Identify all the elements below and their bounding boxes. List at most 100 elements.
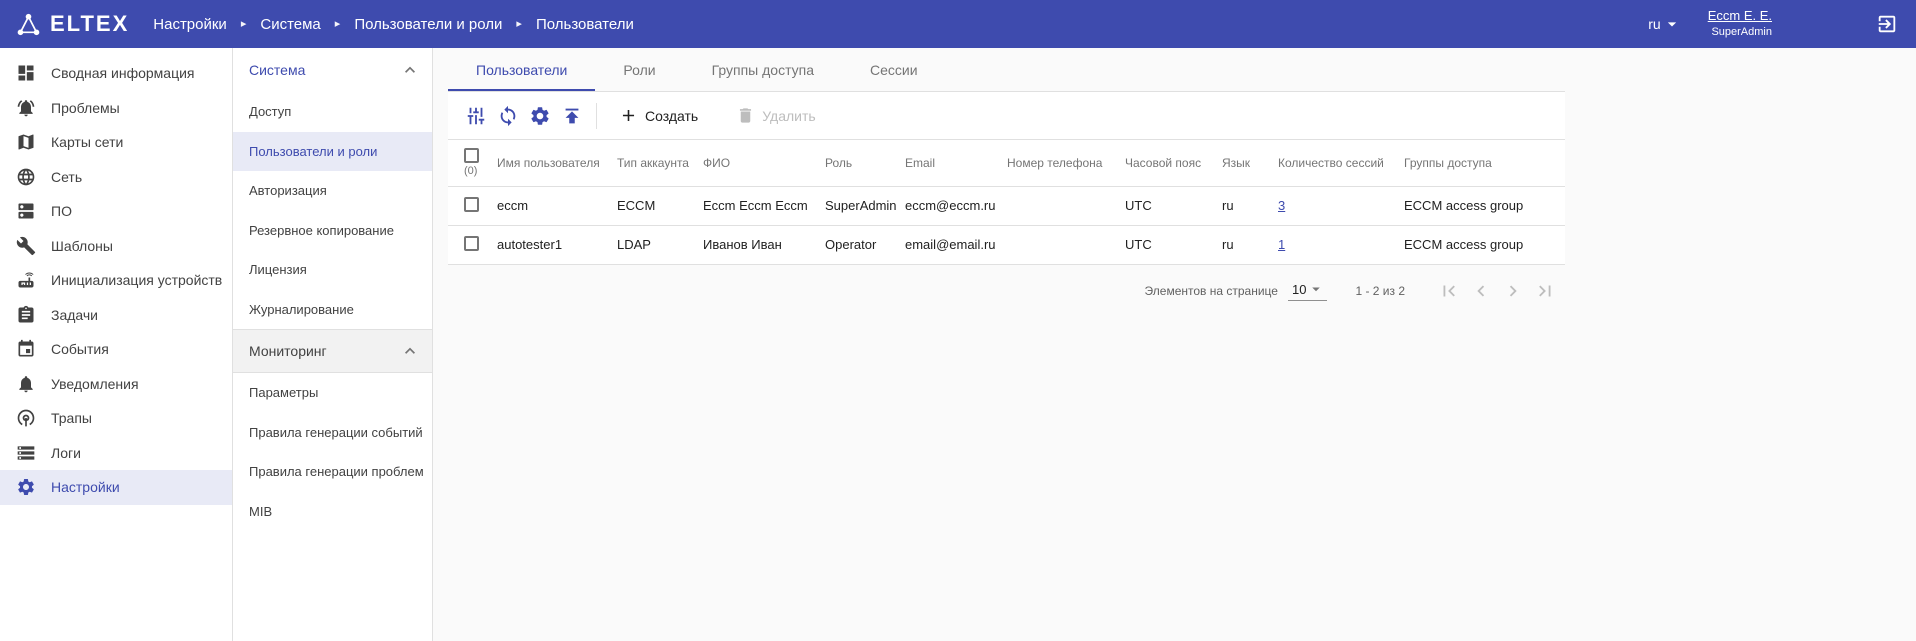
subnav-item-event-rules[interactable]: Правила генерации событий (233, 413, 432, 453)
tab-roles[interactable]: Роли (595, 48, 683, 91)
map-icon (16, 132, 36, 152)
subnav-section-monitoring[interactable]: Мониторинг (233, 329, 432, 373)
sidebar-item-notifications[interactable]: Уведомления (0, 367, 232, 402)
subnav-item-users-roles[interactable]: Пользователи и роли (233, 132, 432, 172)
subnav-item-logging[interactable]: Журналирование (233, 290, 432, 330)
table-settings-button[interactable] (524, 100, 556, 132)
sidebar-item-tasks[interactable]: Задачи (0, 298, 232, 333)
breadcrumb: Настройки ▸ Система ▸ Пользователи и рол… (153, 16, 634, 33)
sidebar-item-traps[interactable]: Трапы (0, 401, 232, 436)
router-icon (16, 270, 36, 290)
gear-icon (16, 477, 36, 497)
tab-users[interactable]: Пользователи (448, 48, 595, 91)
logout-button[interactable] (1876, 13, 1898, 35)
breadcrumb-separator-icon: ▸ (516, 19, 522, 30)
breadcrumb-separator-icon: ▸ (241, 19, 247, 30)
upload-button[interactable] (556, 100, 588, 132)
trash-icon (736, 106, 755, 125)
delete-button[interactable]: Удалить (724, 98, 827, 134)
column-header-access-groups[interactable]: Группы доступа (1404, 140, 1565, 186)
subnav-item-label: Лицензия (249, 262, 307, 277)
sidebar-item-summary[interactable]: Сводная информация (0, 56, 232, 91)
refresh-button[interactable] (492, 100, 524, 132)
subnav-item-authorization[interactable]: Авторизация (233, 171, 432, 211)
sidebar-item-label: Трапы (51, 410, 92, 426)
subnav-section-label: Мониторинг (249, 343, 327, 359)
row-checkbox[interactable] (464, 236, 479, 251)
column-header-language[interactable]: Язык (1222, 140, 1278, 186)
eltex-logo[interactable]: ELTEX (0, 11, 135, 37)
sidebar-item-network-maps[interactable]: Карты сети (0, 125, 232, 160)
sidebar-item-problems[interactable]: Проблемы (0, 91, 232, 126)
items-per-page-select[interactable]: 10 (1288, 280, 1327, 301)
dashboard-icon (16, 63, 36, 83)
cell-access-groups: ECCM access group (1404, 225, 1565, 264)
sidebar-item-device-init[interactable]: Инициализация устройств (0, 263, 232, 298)
sidebar-item-network[interactable]: Сеть (0, 160, 232, 195)
row-checkbox[interactable] (464, 197, 479, 212)
sidebar-item-label: Шаблоны (51, 238, 113, 254)
users-panel: Создать Удалить (448, 92, 1565, 265)
subnav-item-mib[interactable]: MIB (233, 492, 432, 532)
table-row[interactable]: autotester1 LDAP Иванов Иван Operator em… (448, 225, 1565, 264)
podcasts-icon (16, 408, 36, 428)
sidebar-item-logs[interactable]: Логи (0, 436, 232, 471)
sidebar-item-label: Уведомления (51, 376, 139, 392)
subnav-item-access[interactable]: Доступ (233, 92, 432, 132)
column-header-full-name[interactable]: ФИО (703, 140, 825, 186)
subnav-section-system[interactable]: Система (233, 48, 432, 92)
subnav-item-label: Авторизация (249, 183, 327, 198)
breadcrumb-item-settings[interactable]: Настройки (153, 16, 227, 33)
tab-access-groups[interactable]: Группы доступа (684, 48, 842, 91)
user-role: SuperAdmin (1708, 25, 1772, 39)
user-menu[interactable]: Eccm E. E. SuperAdmin (1708, 8, 1772, 39)
table-toolbar: Создать Удалить (448, 92, 1565, 140)
sidebar-item-software[interactable]: ПО (0, 194, 232, 229)
create-button[interactable]: Создать (607, 98, 710, 134)
language-selector[interactable]: ru (1648, 14, 1681, 34)
sidebar-item-events[interactable]: События (0, 332, 232, 367)
subnav-item-problem-rules[interactable]: Правила генерации проблем (233, 452, 432, 492)
paginator: Элементов на странице 10 1 - 2 из 2 (448, 265, 1565, 317)
subnav-item-label: Резервное копирование (249, 223, 394, 238)
cell-timezone: UTC (1125, 186, 1222, 225)
column-header-timezone[interactable]: Часовой пояс (1125, 140, 1222, 186)
select-all-checkbox[interactable] (464, 148, 479, 163)
sidebar-item-settings[interactable]: Настройки (0, 470, 232, 505)
prev-page-button[interactable] (1465, 275, 1497, 307)
breadcrumb-item-users-roles[interactable]: Пользователи и роли (354, 16, 502, 33)
chevron-right-icon (1502, 280, 1524, 302)
cell-full-name: Иванов Иван (703, 225, 825, 264)
subnav-item-parameters[interactable]: Параметры (233, 373, 432, 413)
next-page-button[interactable] (1497, 275, 1529, 307)
breadcrumb-item-system[interactable]: Система (260, 16, 320, 33)
subnav-item-license[interactable]: Лицензия (233, 250, 432, 290)
column-header-role[interactable]: Роль (825, 140, 905, 186)
cell-language: ru (1222, 225, 1278, 264)
filter-button[interactable] (460, 100, 492, 132)
dns-icon (16, 201, 36, 221)
column-header-account-type[interactable]: Тип аккаунта (617, 140, 703, 186)
logo-text: ELTEX (50, 11, 129, 37)
subnav-item-backup[interactable]: Резервное копирование (233, 211, 432, 251)
column-header-name[interactable]: Имя пользователя (497, 140, 617, 186)
tab-sessions[interactable]: Сессии (842, 48, 946, 91)
create-button-label: Создать (645, 108, 698, 124)
delete-button-label: Удалить (762, 108, 815, 124)
cell-timezone: UTC (1125, 225, 1222, 264)
last-page-button[interactable] (1529, 275, 1561, 307)
sessions-link[interactable]: 1 (1278, 237, 1285, 252)
table-row[interactable]: eccm ECCM Eccm Eccm Eccm SuperAdmin eccm… (448, 186, 1565, 225)
column-header-email[interactable]: Email (905, 140, 1007, 186)
sidebar-item-templates[interactable]: Шаблоны (0, 229, 232, 264)
cell-sessions: 3 (1278, 186, 1404, 225)
assignment-icon (16, 305, 36, 325)
cell-name: autotester1 (497, 225, 617, 264)
cell-role: SuperAdmin (825, 186, 905, 225)
column-header-sessions[interactable]: Количество сессий (1278, 140, 1404, 186)
sessions-link[interactable]: 3 (1278, 198, 1285, 213)
upload-icon (561, 105, 583, 127)
column-header-phone[interactable]: Номер телефона (1007, 140, 1125, 186)
first-page-button[interactable] (1433, 275, 1465, 307)
eltex-logo-icon (16, 12, 41, 37)
